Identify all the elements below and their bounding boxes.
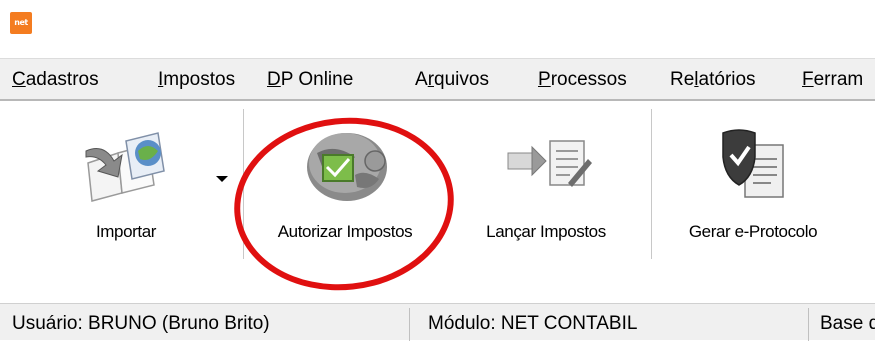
- status-user: Usuário: BRUNO (Bruno Brito): [12, 313, 270, 334]
- generate-protocol-button[interactable]: Gerar e-Protocolo: [658, 101, 848, 289]
- post-taxes-label: Lançar Impostos: [486, 222, 606, 241]
- generate-protocol-label: Gerar e-Protocolo: [688, 222, 818, 241]
- authorize-taxes-icon: [295, 123, 395, 212]
- import-button[interactable]: Importar: [36, 101, 216, 289]
- status-base: Base d: [820, 313, 875, 334]
- app-logo-icon: net: [10, 12, 32, 34]
- ribbon-separator: [651, 109, 652, 259]
- menu-relatorios[interactable]: Relatórios: [670, 59, 756, 100]
- post-taxes-icon: [498, 123, 594, 212]
- ribbon-separator: [243, 109, 244, 259]
- generate-protocol-icon: [705, 123, 801, 212]
- ribbon-toolbar: Importar Autorizar Impostos Lançar Impos…: [0, 101, 875, 289]
- menu-bar: Cadastros Impostos DP Online Arquivos Pr…: [0, 58, 875, 100]
- import-dropdown-arrow-icon[interactable]: [216, 176, 228, 182]
- menu-ferramentas[interactable]: Ferram: [802, 59, 863, 100]
- authorize-taxes-label: Autorizar Impostos: [277, 222, 413, 241]
- authorize-taxes-button[interactable]: Autorizar Impostos: [252, 101, 438, 289]
- menu-processos[interactable]: Processos: [538, 59, 627, 100]
- menu-impostos[interactable]: Impostos: [158, 59, 235, 100]
- status-bar: Usuário: BRUNO (Bruno Brito) Módulo: NET…: [0, 303, 875, 341]
- menu-arquivos[interactable]: Arquivos: [415, 59, 489, 100]
- menu-cadastros[interactable]: Cadastros: [12, 59, 99, 100]
- import-icon: [78, 123, 174, 212]
- title-bar: net: [0, 0, 875, 58]
- import-label: Importar: [95, 222, 157, 241]
- post-taxes-button[interactable]: Lançar Impostos: [460, 101, 632, 289]
- status-module: Módulo: NET CONTABIL: [428, 313, 638, 334]
- status-separator: [409, 308, 410, 341]
- menu-dp-online[interactable]: DP Online: [267, 59, 353, 100]
- status-separator: [808, 308, 809, 341]
